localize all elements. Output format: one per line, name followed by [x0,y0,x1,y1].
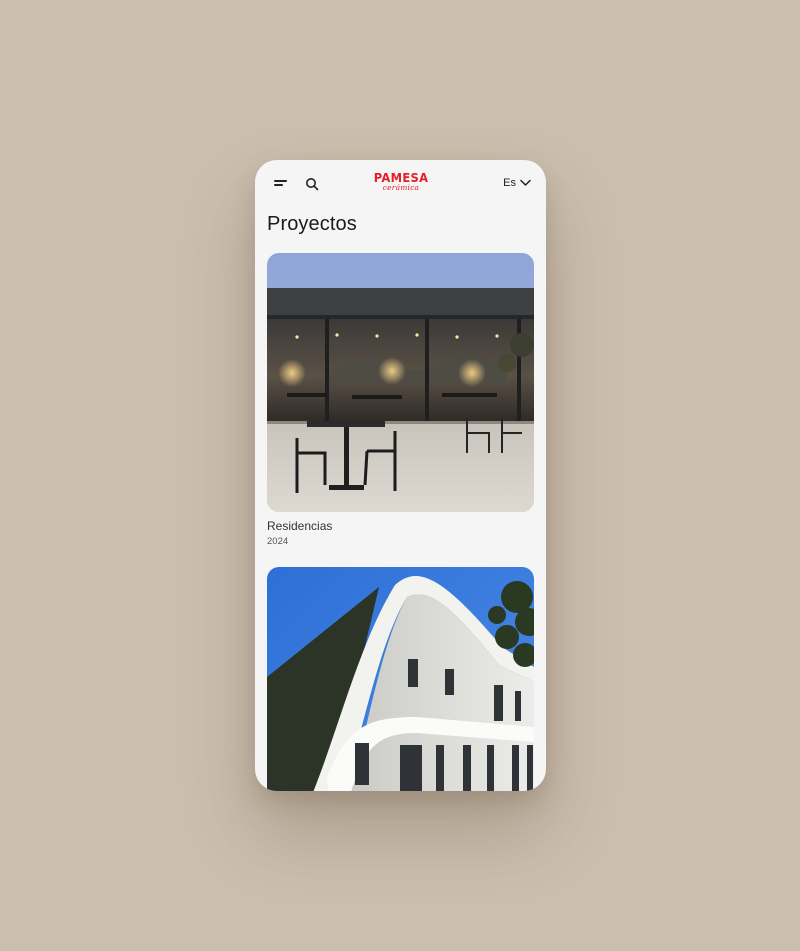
project-title[interactable]: Residencias [267,519,332,533]
search-icon[interactable] [305,177,319,191]
chevron-down-icon [520,179,531,186]
project-year: 2024 [267,536,289,547]
top-navigation-bar: PAMESA cerámica Es [255,160,546,206]
menu-line [274,184,283,186]
phone-screen: PAMESA cerámica Es Proyectos Residencias… [255,160,546,791]
project-image-residencias[interactable] [267,253,534,512]
menu-line [274,180,287,182]
language-label: Es [503,177,516,189]
project-image-building[interactable] [267,567,534,791]
pamesa-logo[interactable]: PAMESA cerámica [373,170,429,195]
page-title: Proyectos [267,213,357,235]
logo-brand-text: PAMESA [373,170,429,186]
language-selector[interactable]: Es [503,176,531,190]
menu-icon[interactable] [274,178,288,188]
